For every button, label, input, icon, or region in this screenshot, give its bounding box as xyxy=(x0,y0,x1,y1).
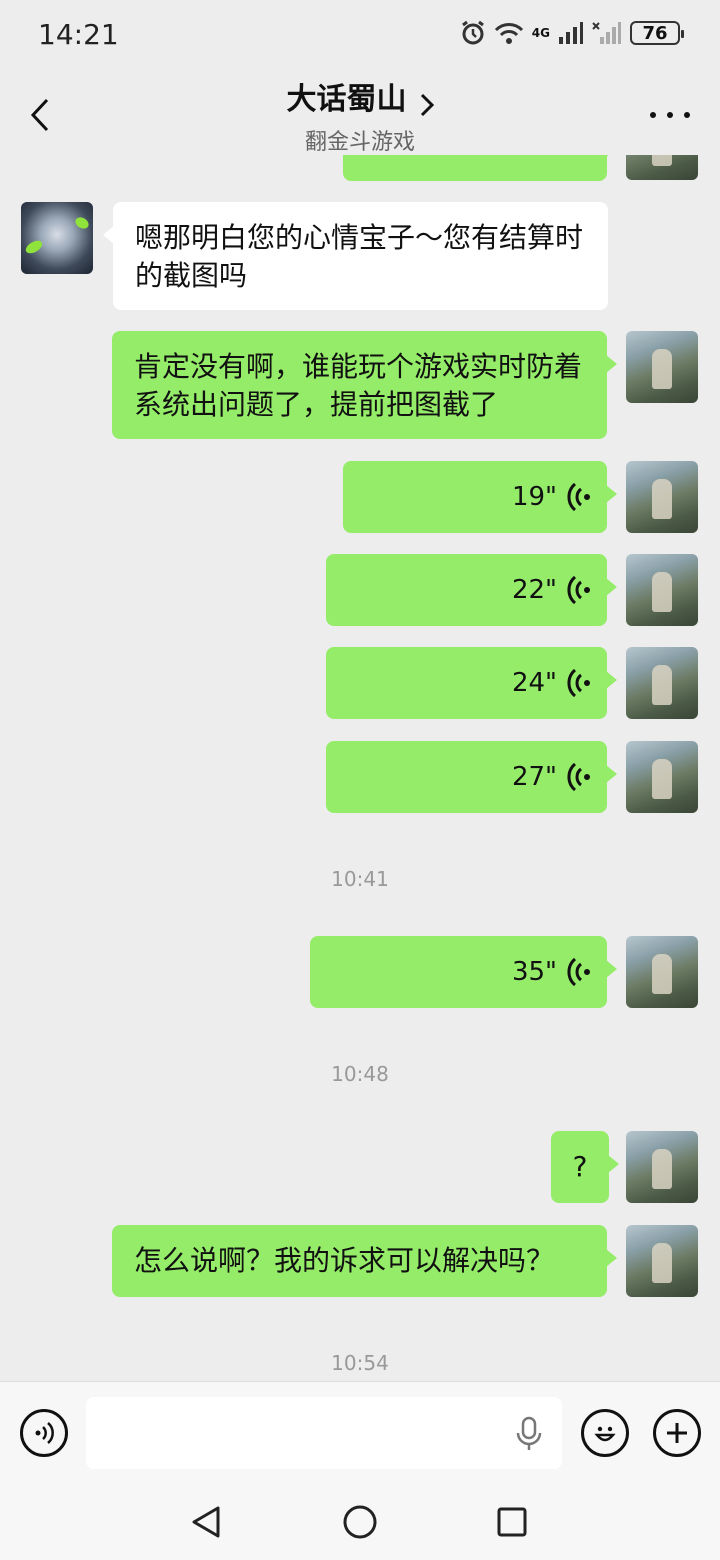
add-icon xyxy=(667,1423,687,1443)
voice-message-bubble[interactable]: 22" xyxy=(326,554,617,626)
self-avatar[interactable] xyxy=(626,1225,698,1297)
message-timestamp: 10:41 xyxy=(331,867,389,891)
network-type-label: 4G xyxy=(531,26,550,40)
voice-mode-button[interactable] xyxy=(20,1409,68,1457)
voice-wave-icon xyxy=(567,575,590,605)
message-bubble-outgoing[interactable]: ? xyxy=(551,1131,619,1203)
battery-icon: 76 xyxy=(630,21,684,45)
chat-subtitle: 翻金斗游戏 xyxy=(304,130,415,155)
status-time: 14:21 xyxy=(38,18,119,51)
message-text: 嗯那明白您的心情宝子～您有结算时的截图吗 xyxy=(135,221,584,292)
chat-message-list[interactable]: 嗯那明白您的心情宝子～您有结算时的截图吗 肯定没有啊，谁能玩个游戏实时防着系统出… xyxy=(0,155,720,1381)
voice-message-bubble[interactable]: 27" xyxy=(326,741,617,813)
self-avatar[interactable] xyxy=(626,331,698,403)
voice-duration: 22" xyxy=(511,575,557,605)
message-bubble-partial[interactable] xyxy=(343,155,617,181)
message-text: 怎么说啊？我的诉求可以解决吗？ xyxy=(134,1244,555,1277)
voice-message-bubble[interactable]: 24" xyxy=(326,647,617,719)
status-bar: 14:21 4G 76 xyxy=(0,0,720,70)
nav-recents-button[interactable] xyxy=(492,1502,532,1542)
message-text: ? xyxy=(572,1150,588,1183)
voice-message-bubble[interactable]: 19" xyxy=(343,461,617,533)
contact-avatar[interactable] xyxy=(21,202,93,274)
self-avatar[interactable] xyxy=(626,461,698,533)
emoji-button[interactable] xyxy=(581,1409,629,1457)
message-input-bar xyxy=(0,1381,720,1484)
alarm-icon xyxy=(461,20,484,45)
voice-duration: 19" xyxy=(511,482,557,512)
microphone-icon[interactable] xyxy=(514,1416,544,1452)
voice-message-bubble[interactable]: 35" xyxy=(310,936,617,1008)
self-avatar[interactable] xyxy=(626,647,698,719)
status-icons: 4G 76 xyxy=(460,20,684,46)
nav-back-button[interactable] xyxy=(186,1502,226,1542)
system-navigation-bar xyxy=(0,1484,720,1560)
message-text: 肯定没有啊，谁能玩个游戏实时防着系统出问题了，提前把图截了 xyxy=(134,350,583,421)
signal-no-sim-icon xyxy=(592,22,621,44)
nav-home-icon xyxy=(343,1505,377,1539)
voice-duration: 24" xyxy=(511,668,557,698)
voice-wave-icon xyxy=(567,762,590,792)
nav-back-icon xyxy=(192,1506,220,1538)
nav-recents-icon xyxy=(497,1507,527,1537)
message-timestamp: 10:54 xyxy=(331,1351,389,1375)
voice-wave-icon xyxy=(567,668,590,698)
chat-header: 大话蜀山 翻金斗游戏 xyxy=(0,70,720,160)
voice-wave-icon xyxy=(567,482,590,512)
chat-title-area[interactable]: 大话蜀山 翻金斗游戏 xyxy=(0,74,720,156)
battery-level: 76 xyxy=(642,22,668,44)
self-avatar[interactable] xyxy=(626,554,698,626)
more-dots-icon xyxy=(650,112,656,118)
voice-duration: 27" xyxy=(511,762,557,792)
voice-mode-icon xyxy=(35,1422,54,1444)
nav-home-button[interactable] xyxy=(340,1502,380,1542)
message-bubble-outgoing[interactable]: 肯定没有啊，谁能玩个游戏实时防着系统出问题了，提前把图截了 xyxy=(112,331,617,439)
message-bubble-outgoing[interactable]: 怎么说啊？我的诉求可以解决吗？ xyxy=(112,1225,617,1297)
message-input[interactable] xyxy=(86,1397,562,1469)
signal-icon xyxy=(559,22,583,44)
message-timestamp: 10:48 xyxy=(331,1062,389,1086)
self-avatar[interactable] xyxy=(626,155,698,180)
chevron-right-icon xyxy=(420,93,434,116)
self-avatar[interactable] xyxy=(626,1131,698,1203)
more-button[interactable] xyxy=(650,100,690,130)
self-avatar[interactable] xyxy=(626,741,698,813)
add-button[interactable] xyxy=(653,1409,701,1457)
emoji-icon xyxy=(594,1426,616,1442)
chat-title[interactable]: 大话蜀山 xyxy=(286,82,406,117)
voice-duration: 35" xyxy=(511,957,557,987)
wifi-icon xyxy=(494,23,523,44)
self-avatar[interactable] xyxy=(626,936,698,1008)
voice-wave-icon xyxy=(567,957,590,987)
message-bubble-incoming[interactable]: 嗯那明白您的心情宝子～您有结算时的截图吗 xyxy=(103,202,608,310)
